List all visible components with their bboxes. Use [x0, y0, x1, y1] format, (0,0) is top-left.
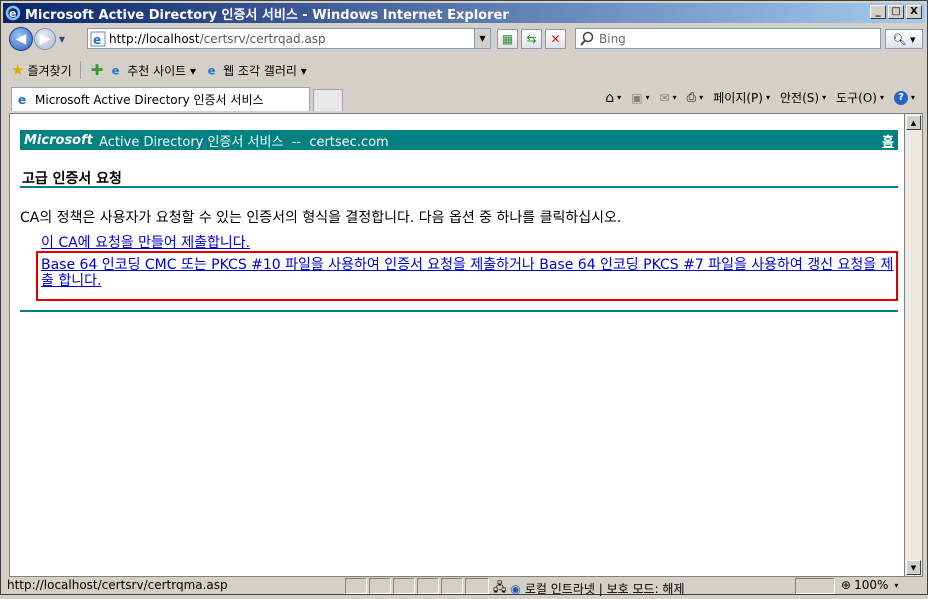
compatibility-view-button[interactable]: ▦ — [497, 29, 518, 49]
address-toolbar: ◀ ▶ ▼ e http://localhost/certsrv/certrqa… — [3, 25, 925, 53]
favorites-bar: ★ 즐겨찾기 ✚ e 추천 사이트 ▾ e 웹 조각 갤러리 ▾ — [3, 57, 925, 83]
recent-pages-dropdown[interactable]: ▼ — [56, 29, 68, 49]
security-zone[interactable]: 🖧︎ ◉ 로컬 인트라넷 | 보호 모드: 해제 — [493, 578, 685, 599]
home-button[interactable]: ⌂ ▾ — [605, 90, 621, 106]
safety-menu[interactable]: 안전(S) ▾ — [780, 89, 826, 106]
browser-window: e Microsoft Active Directory 인증서 서비스 - W… — [0, 0, 928, 596]
status-segment — [465, 578, 489, 594]
status-segment — [345, 578, 367, 594]
web-slice-gallery-link[interactable]: e 웹 조각 갤러리 ▾ — [206, 62, 307, 79]
refresh-icon: ⇆ — [526, 32, 537, 46]
submit-base64-request-link[interactable]: Base 64 인코딩 CMC 또는 PKCS #10 파일을 사용하여 인증서… — [41, 257, 899, 289]
svg-text:e: e — [208, 63, 216, 77]
status-segment — [369, 578, 391, 594]
page-header: Microsoft Active Directory 인증서 서비스 -- ce… — [20, 130, 898, 150]
page-title: 고급 인증서 요청 — [22, 171, 122, 187]
title-bar: e Microsoft Active Directory 인증서 서비스 - W… — [3, 3, 925, 23]
page-content: Microsoft Active Directory 인증서 서비스 -- ce… — [9, 113, 905, 577]
search-input[interactable]: Bing — [575, 28, 881, 49]
close-button[interactable]: X — [906, 5, 922, 19]
header-title: Active Directory 인증서 서비스 -- certsec.com — [94, 134, 389, 150]
scroll-up-arrow-icon[interactable]: ▲ — [906, 115, 921, 130]
refresh-button[interactable]: ⇆ — [521, 29, 542, 49]
ie-tab-icon: e — [18, 93, 26, 107]
new-tab-button[interactable] — [313, 89, 343, 111]
favorites-star-icon: ★ — [11, 61, 25, 79]
bottom-divider — [20, 310, 898, 312]
svg-text:e: e — [112, 63, 120, 77]
feeds-button[interactable]: ▣ ▾ — [631, 91, 649, 105]
microsoft-brand: Microsoft — [24, 132, 93, 148]
vertical-scrollbar[interactable]: ▲ ▼ — [905, 113, 923, 577]
read-mail-button[interactable]: ✉ ▾ — [660, 91, 677, 105]
back-button[interactable]: ◀ — [9, 27, 33, 51]
ie-page-icon: e — [90, 31, 106, 47]
mail-icon: ✉ — [659, 90, 670, 105]
search-placeholder: Bing — [599, 31, 626, 46]
title-divider — [20, 186, 898, 188]
forward-button[interactable]: ▶ — [34, 28, 56, 50]
status-segment — [417, 578, 439, 594]
tab-certificate-services[interactable]: e Microsoft Active Directory 인증서 서비스 — [11, 87, 310, 111]
status-bar: http://localhost/certsrv/certrqma.asp 🖧︎… — [3, 578, 925, 596]
help-icon: ? — [893, 90, 908, 105]
search-go-icon: 🔍︎ ▾ — [892, 32, 916, 46]
status-segment — [795, 578, 835, 594]
address-url: http://localhost/certsrv/certrqad.asp — [109, 31, 326, 46]
forward-arrow-icon: ▶ — [39, 31, 51, 47]
printer-icon: ⎙ — [686, 90, 697, 104]
policy-description: CA의 정책은 사용자가 요청할 수 있는 인증서의 형식을 결정합니다. 다음… — [20, 210, 622, 226]
search-button[interactable]: 🔍︎ ▾ — [885, 29, 923, 49]
favorites-separator — [79, 61, 81, 79]
zoom-control[interactable]: ⊕ 100% ▾ — [841, 578, 898, 592]
status-segment — [441, 578, 463, 594]
ie-page-icon: e — [112, 63, 120, 77]
create-request-link[interactable]: 이 CA에 요청을 만들어 제출합니다. — [41, 232, 250, 252]
svg-text:e: e — [9, 7, 16, 20]
scroll-down-arrow-icon[interactable]: ▼ — [906, 560, 921, 575]
suggested-sites-link[interactable]: e 추천 사이트 ▾ — [110, 62, 196, 79]
tab-bar: e Microsoft Active Directory 인증서 서비스 ⌂ ▾ … — [3, 85, 925, 113]
ie-page-icon: e — [208, 63, 216, 77]
status-url: http://localhost/certsrv/certrqma.asp — [7, 578, 228, 592]
stop-icon: ✕ — [550, 32, 561, 46]
svg-text:e: e — [93, 33, 101, 47]
page-menu[interactable]: 페이지(P) ▾ — [713, 89, 770, 106]
home-link[interactable]: 홈 — [882, 131, 894, 150]
help-button[interactable]: ? ▾ — [893, 90, 915, 105]
status-segment — [393, 578, 415, 594]
compatibility-icon: ▦ — [501, 32, 514, 46]
stop-button[interactable]: ✕ — [545, 29, 566, 49]
ie-logo-icon: e — [5, 5, 21, 21]
command-bar: ⌂ ▾ ▣ ▾ ✉ ▾ ⎙ ▾ 페이지(P) ▾ 안전(S) ▾ 도구(O) ▾ ? ▾ — [605, 89, 915, 106]
window-title: Microsoft Active Directory 인증서 서비스 - Win… — [25, 7, 509, 23]
address-bar[interactable]: e http://localhost/certsrv/certrqad.asp … — [87, 28, 491, 49]
tools-menu[interactable]: 도구(O) ▾ — [836, 89, 884, 106]
print-button[interactable]: ⎙ ▾ — [687, 90, 704, 105]
add-favorite-icon: ✚ — [90, 61, 104, 79]
intranet-globe-icon: ◉ — [510, 581, 521, 596]
maximize-button[interactable]: □ — [888, 5, 904, 19]
address-dropdown-icon[interactable]: ▼ — [474, 29, 490, 48]
svg-text:e: e — [18, 93, 26, 107]
home-icon: ⌂ — [605, 89, 615, 106]
search-icon — [580, 31, 594, 46]
zone-lock-icon: 🖧︎ — [493, 580, 507, 594]
favorites-button[interactable]: ★ 즐겨찾기 — [11, 61, 72, 79]
add-favorites-button[interactable]: ✚ — [91, 61, 107, 79]
minimize-button[interactable]: _ — [870, 5, 886, 19]
zoom-icon: ⊕ — [841, 578, 852, 592]
back-arrow-icon: ◀ — [15, 31, 27, 47]
rss-icon: ▣ — [631, 90, 643, 105]
